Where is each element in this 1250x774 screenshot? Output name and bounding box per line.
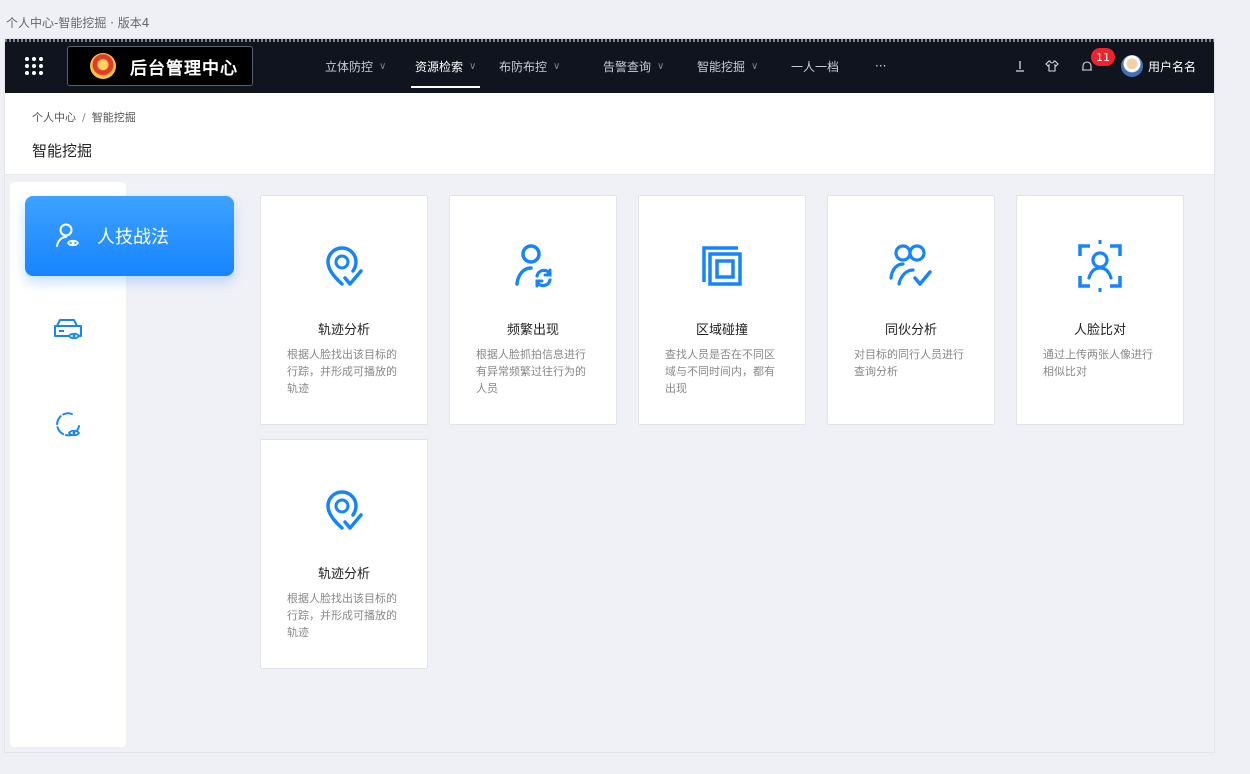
nav-label: 资源检索 (415, 59, 464, 74)
side-item-circle[interactable] (50, 407, 86, 443)
notification-badge: 11 (1091, 48, 1115, 66)
nav-item-resource-search[interactable]: 资源检索 ∨ (410, 39, 481, 93)
download-button[interactable] (1013, 39, 1027, 93)
nav-item-one-person-one-file[interactable]: 一人一档 (791, 39, 839, 93)
vehicle-eye-icon (54, 319, 82, 340)
feature-card-track-analysis[interactable]: 轨迹分析 根据人脸找出该目标的行踪，并形成可播放的轨迹 (260, 195, 428, 425)
skin-button[interactable] (1045, 39, 1059, 93)
page-caption: 个人中心-智能挖掘 · 版本4 (6, 16, 150, 30)
person-eye-icon (56, 223, 80, 247)
grid-menu-button[interactable] (5, 39, 63, 93)
nav-item-more[interactable]: ··· (875, 39, 886, 93)
more-icon: ··· (875, 59, 887, 73)
shirt-icon (1045, 60, 1059, 72)
face-scan-icon (1078, 240, 1122, 292)
nav-label: 布防布控 (499, 59, 548, 74)
page-title: 智能挖掘 (32, 142, 93, 160)
feature-card-face-compare[interactable]: 人脸比对 通过上传两张人像进行相似比对 (1016, 195, 1184, 425)
card-title: 人脸比对 (1073, 323, 1126, 338)
chevron-down-icon: ∨ (469, 60, 477, 72)
card-title: 同伙分析 (884, 323, 937, 338)
chevron-down-icon: ∨ (553, 60, 561, 72)
nav-item-smart-mining[interactable]: 智能挖掘 ∨ (697, 39, 758, 93)
nav-label: 智能挖掘 (697, 59, 746, 74)
brand[interactable]: 后台管理中心 (67, 46, 253, 86)
track-pin-icon (326, 490, 363, 530)
nav-item-3d-defense[interactable]: 立体防控 ∨ (325, 39, 386, 93)
side-item-human-tactics[interactable]: 人技战法 (25, 196, 234, 276)
card-title: 轨迹分析 (317, 567, 370, 582)
download-icon (1016, 61, 1024, 72)
nav-item-alert-query[interactable]: 告警查询 ∨ (603, 39, 664, 93)
chevron-down-icon: ∨ (751, 60, 759, 72)
page-header: 个人中心 / 智能挖掘 智能挖掘 (5, 93, 1214, 175)
breadcrumb-item-personal-center[interactable]: 个人中心 (32, 111, 76, 124)
feature-card-track-analysis-2[interactable]: 轨迹分析 根据人脸找出该目标的行踪，并形成可播放的轨迹 (260, 439, 428, 669)
card-title: 频繁出现 (506, 323, 559, 338)
top-bar: 后台管理中心 立体防控 ∨ 资源检索 ∨ 布防布控 ∨ 告警查询 ∨ 智能挖掘 ∨ 一人一… (5, 39, 1214, 93)
nav-item-deployment[interactable]: 布防布控 ∨ (499, 39, 560, 93)
companions-icon (889, 244, 932, 286)
feature-card-frequent-appearance[interactable]: 频繁出现 根据人脸抓拍信息进行有异常频繁过往行为的人员 (449, 195, 617, 425)
avatar-icon[interactable] (1121, 55, 1143, 77)
chevron-down-icon: ∨ (379, 60, 387, 72)
card-title: 轨迹分析 (317, 323, 370, 338)
side-item-label: 人技战法 (97, 227, 169, 248)
card-description: 通过上传两张人像进行相似比对 (1043, 348, 1153, 378)
nav-label: 一人一档 (791, 59, 840, 74)
app-window: 后台管理中心 立体防控 ∨ 资源检索 ∨ 布防布控 ∨ 告警查询 ∨ 智能挖掘 ∨ 一人一… (4, 38, 1215, 753)
card-description: 查找人员是否在不同区域与不同时间内，都有出现 (665, 348, 775, 395)
track-pin-icon (326, 246, 363, 286)
nav-label: 告警查询 (603, 59, 652, 74)
breadcrumb: 个人中心 / 智能挖掘 (32, 109, 136, 125)
police-emblem-icon (90, 53, 116, 79)
card-title: 区域碰撞 (695, 323, 748, 338)
feature-card-companion-analysis[interactable]: 同伙分析 对目标的同行人员进行查询分析 (827, 195, 995, 425)
area-overlap-icon (702, 246, 742, 286)
notification-button[interactable] (1080, 39, 1094, 93)
chevron-down-icon: ∨ (657, 60, 665, 72)
breadcrumb-separator: / (82, 111, 86, 124)
card-description: 根据人脸抓拍信息进行有异常频繁过往行为的人员 (476, 348, 586, 395)
card-description: 对目标的同行人员进行查询分析 (854, 348, 964, 378)
nav-label: 立体防控 (325, 59, 374, 74)
breadcrumb-item-current: 智能挖掘 (91, 111, 136, 124)
username[interactable]: 用户名名 (1148, 39, 1196, 93)
feature-card-area-collision[interactable]: 区域碰撞 查找人员是否在不同区域与不同时间内，都有出现 (638, 195, 806, 425)
person-refresh-icon (515, 244, 552, 288)
grid-menu-icon (25, 57, 43, 75)
brand-title: 后台管理中心 (130, 58, 238, 79)
circle-eye-icon (56, 412, 81, 437)
card-description: 根据人脸找出该目标的行踪，并形成可播放的轨迹 (287, 348, 397, 395)
side-item-vehicle[interactable] (50, 311, 86, 347)
card-description: 根据人脸找出该目标的行踪，并形成可播放的轨迹 (287, 592, 397, 639)
